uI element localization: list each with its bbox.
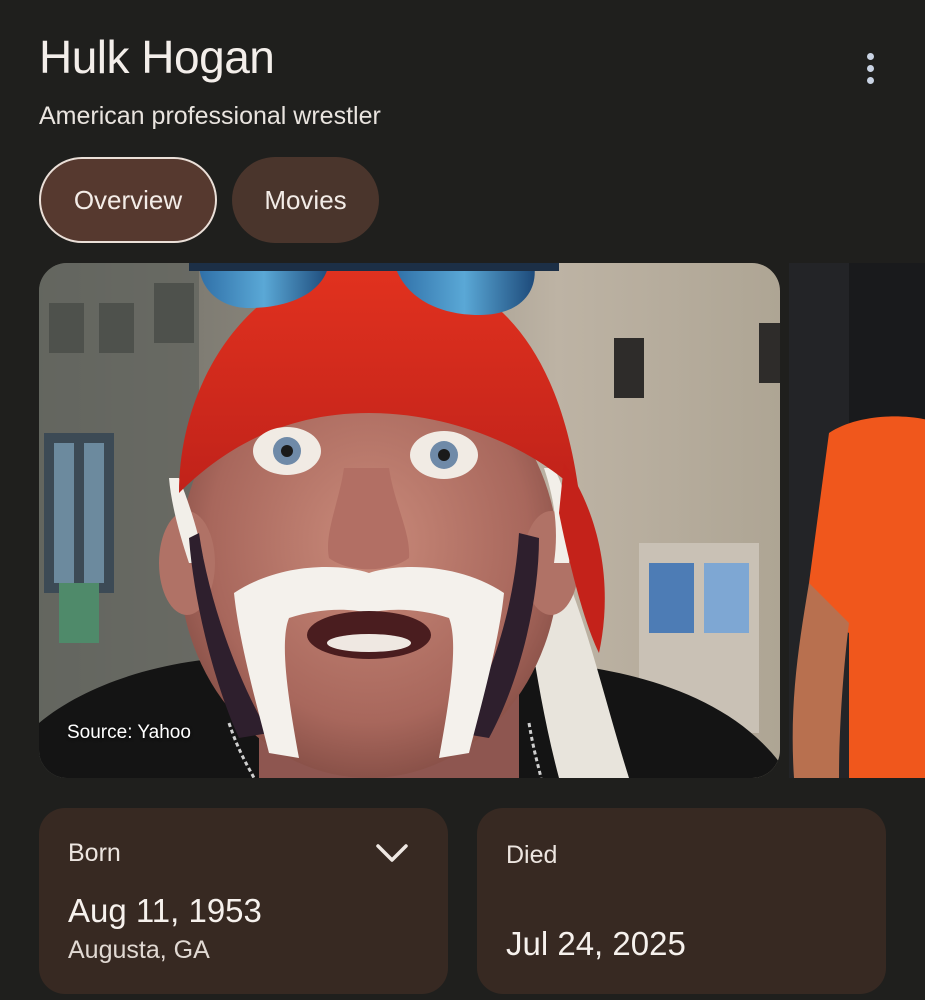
more-options-icon[interactable] <box>850 48 890 88</box>
knowledge-panel: Hulk Hogan American professional wrestle… <box>0 0 925 1000</box>
dot <box>866 64 874 72</box>
page-subtitle: American professional wrestler <box>39 102 381 130</box>
dot <box>866 52 874 60</box>
born-card[interactable]: Born Aug 11, 1953 Augusta, GA <box>39 808 448 994</box>
died-card: Died Jul 24, 2025 <box>477 808 886 994</box>
chevron-down-icon[interactable] <box>372 838 412 868</box>
image-source-label: Source: Yahoo <box>67 722 191 743</box>
born-label: Born <box>68 839 121 867</box>
born-place: Augusta, GA <box>68 936 210 964</box>
main-photo[interactable]: Source: Yahoo <box>39 263 780 778</box>
tab-movies[interactable]: Movies <box>232 157 379 243</box>
page-title: Hulk Hogan <box>39 31 275 83</box>
tab-overview[interactable]: Overview <box>39 157 217 243</box>
born-date: Aug 11, 1953 <box>68 892 262 929</box>
portrait-image <box>39 263 780 778</box>
died-date: Jul 24, 2025 <box>506 925 686 962</box>
next-photo[interactable] <box>789 263 925 778</box>
next-photo-image <box>789 263 925 778</box>
died-label: Died <box>506 841 558 869</box>
tab-bar: Overview Movies <box>39 157 379 243</box>
dot <box>866 76 874 84</box>
